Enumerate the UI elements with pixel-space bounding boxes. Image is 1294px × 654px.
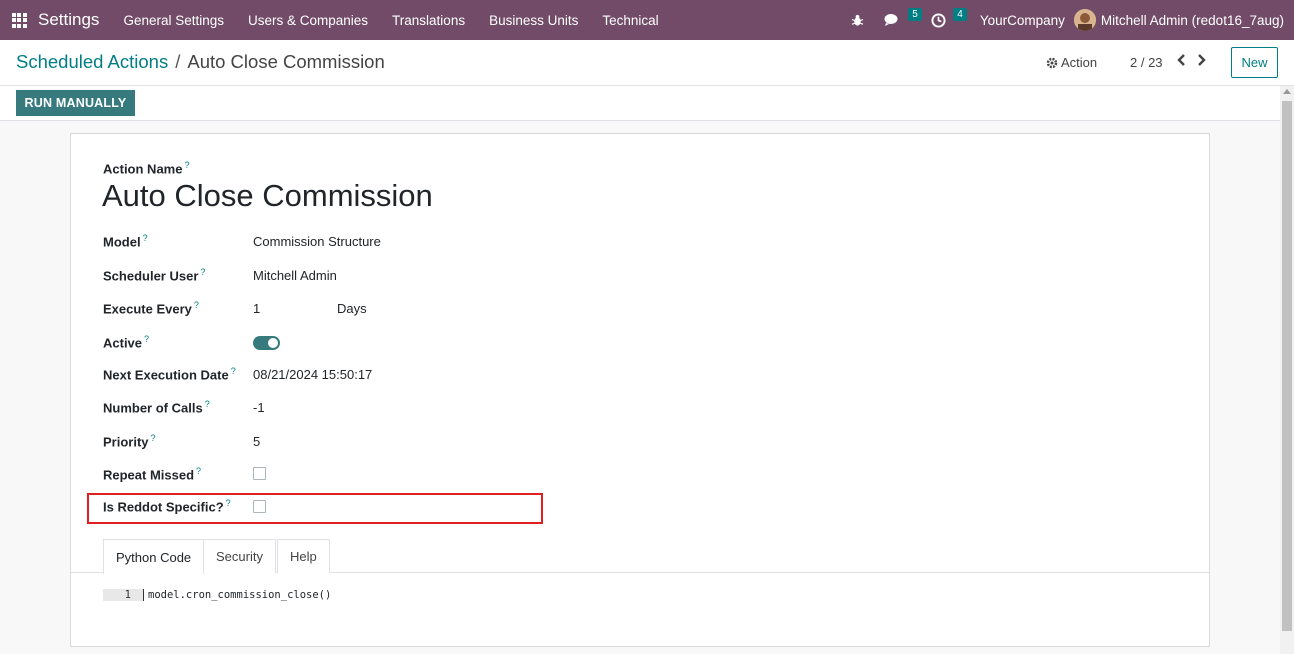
- tab-python-code[interactable]: Python Code: [103, 539, 205, 574]
- field-priority: Priority? 5: [103, 433, 543, 453]
- field-label: Priority?: [103, 433, 156, 450]
- field-label: Repeat Missed?: [103, 466, 202, 483]
- help-tooltip-icon[interactable]: ?: [196, 466, 201, 476]
- interval-unit-select[interactable]: Days: [337, 301, 367, 316]
- field-label: Next Execution Date?: [103, 366, 236, 383]
- menu-general-settings[interactable]: General Settings: [111, 13, 236, 28]
- activities-badge: 4: [953, 8, 967, 21]
- menu-business-units[interactable]: Business Units: [477, 13, 590, 28]
- field-scheduler-user: Scheduler User? Mitchell Admin: [103, 267, 543, 287]
- next-execution-date-value[interactable]: 08/21/2024 15:50:17: [253, 367, 372, 382]
- help-tooltip-icon[interactable]: ?: [144, 334, 149, 344]
- vertical-scrollbar[interactable]: [1280, 86, 1294, 654]
- help-tooltip-icon[interactable]: ?: [226, 498, 231, 508]
- number-of-calls-value[interactable]: -1: [253, 400, 265, 415]
- code-editor[interactable]: 1 model.cron_commission_close(): [103, 589, 331, 601]
- action-menu-label: Action: [1061, 55, 1098, 70]
- pager-value[interactable]: 2 / 23: [1130, 55, 1163, 70]
- scheduler-user-value[interactable]: Mitchell Admin: [253, 268, 337, 283]
- grid-icon: [11, 12, 27, 28]
- action-menu-button[interactable]: Action: [1046, 55, 1097, 70]
- interval-number-input[interactable]: 1: [253, 301, 260, 316]
- help-tooltip-icon[interactable]: ?: [151, 433, 156, 443]
- help-tooltip-icon[interactable]: ?: [184, 160, 189, 170]
- scroll-up-arrow-icon[interactable]: [1283, 89, 1291, 94]
- company-switcher[interactable]: YourCompany: [966, 13, 1074, 28]
- chat-icon: [884, 14, 898, 26]
- control-panel: Scheduled Actions / Auto Close Commissio…: [0, 40, 1294, 86]
- apps-menu-button[interactable]: [0, 0, 38, 40]
- line-number: 1: [103, 589, 143, 601]
- field-label: Active?: [103, 334, 150, 351]
- user-menu[interactable]: Mitchell Admin (redot16_7aug): [1101, 13, 1294, 28]
- pager-next-button[interactable]: [1197, 53, 1207, 70]
- pager-previous-button[interactable]: [1176, 53, 1186, 70]
- breadcrumb-separator: /: [175, 51, 181, 72]
- repeat-missed-checkbox[interactable]: [253, 467, 266, 480]
- field-label: Number of Calls?: [103, 399, 210, 416]
- field-active: Active?: [103, 334, 543, 354]
- gear-icon: [1046, 57, 1058, 68]
- top-navbar: Settings General Settings Users & Compan…: [0, 0, 1294, 40]
- run-manually-button[interactable]: RUN MANUALLY: [16, 90, 135, 116]
- help-tooltip-icon[interactable]: ?: [231, 366, 236, 376]
- field-label: Scheduler User?: [103, 267, 206, 284]
- breadcrumb-scheduled-actions[interactable]: Scheduled Actions: [16, 51, 168, 73]
- notebook-tabs: Python Code Security Help: [71, 539, 1209, 574]
- tab-help[interactable]: Help: [277, 539, 330, 573]
- help-tooltip-icon[interactable]: ?: [143, 233, 148, 243]
- field-label: Is Reddot Specific??: [103, 498, 231, 515]
- scroll-thumb[interactable]: [1282, 101, 1292, 631]
- priority-value[interactable]: 5: [253, 434, 260, 449]
- active-toggle[interactable]: [253, 336, 280, 350]
- field-label: Execute Every?: [103, 300, 199, 317]
- clock-icon: [931, 12, 946, 28]
- messages-badge: 5: [908, 8, 922, 21]
- field-label: Model?: [103, 233, 148, 250]
- activities-button[interactable]: 4: [921, 0, 967, 40]
- chevron-left-icon: [1177, 54, 1185, 66]
- help-tooltip-icon[interactable]: ?: [194, 300, 199, 310]
- action-name-label-text: Action Name: [103, 161, 183, 177]
- field-repeat-missed: Repeat Missed?: [103, 466, 543, 486]
- field-next-execution-date: Next Execution Date? 08/21/2024 15:50:17: [103, 366, 543, 386]
- action-name-value[interactable]: Auto Close Commission: [102, 178, 433, 214]
- menu-translations[interactable]: Translations: [380, 13, 477, 28]
- field-is-reddot-specific: Is Reddot Specific??: [103, 498, 543, 518]
- field-number-of-calls: Number of Calls? -1: [103, 399, 543, 419]
- app-brand[interactable]: Settings: [38, 10, 99, 30]
- help-tooltip-icon[interactable]: ?: [200, 267, 205, 277]
- form-sheet: Action Name? Auto Close Commission Model…: [70, 133, 1210, 647]
- field-execute-every: Execute Every? 1 Days: [103, 300, 543, 320]
- menu-technical[interactable]: Technical: [590, 13, 670, 28]
- is-reddot-specific-checkbox[interactable]: [253, 500, 266, 513]
- breadcrumb-current: Auto Close Commission: [187, 51, 385, 72]
- help-tooltip-icon[interactable]: ?: [205, 399, 210, 409]
- model-value[interactable]: Commission Structure: [253, 234, 381, 249]
- new-button[interactable]: New: [1231, 47, 1278, 78]
- messages-button[interactable]: 5: [874, 0, 922, 40]
- code-line[interactable]: model.cron_commission_close(): [143, 589, 331, 601]
- breadcrumb: Scheduled Actions / Auto Close Commissio…: [16, 51, 385, 73]
- field-model: Model? Commission Structure: [103, 233, 543, 253]
- menu-users-companies[interactable]: Users & Companies: [236, 13, 380, 28]
- bug-icon: [851, 14, 864, 26]
- debug-button[interactable]: [841, 0, 874, 40]
- action-name-label: Action Name?: [103, 160, 189, 176]
- form-statusbar: RUN MANUALLY: [0, 86, 1280, 121]
- chevron-right-icon: [1198, 54, 1206, 66]
- tab-security[interactable]: Security: [203, 539, 276, 573]
- avatar[interactable]: [1073, 9, 1096, 31]
